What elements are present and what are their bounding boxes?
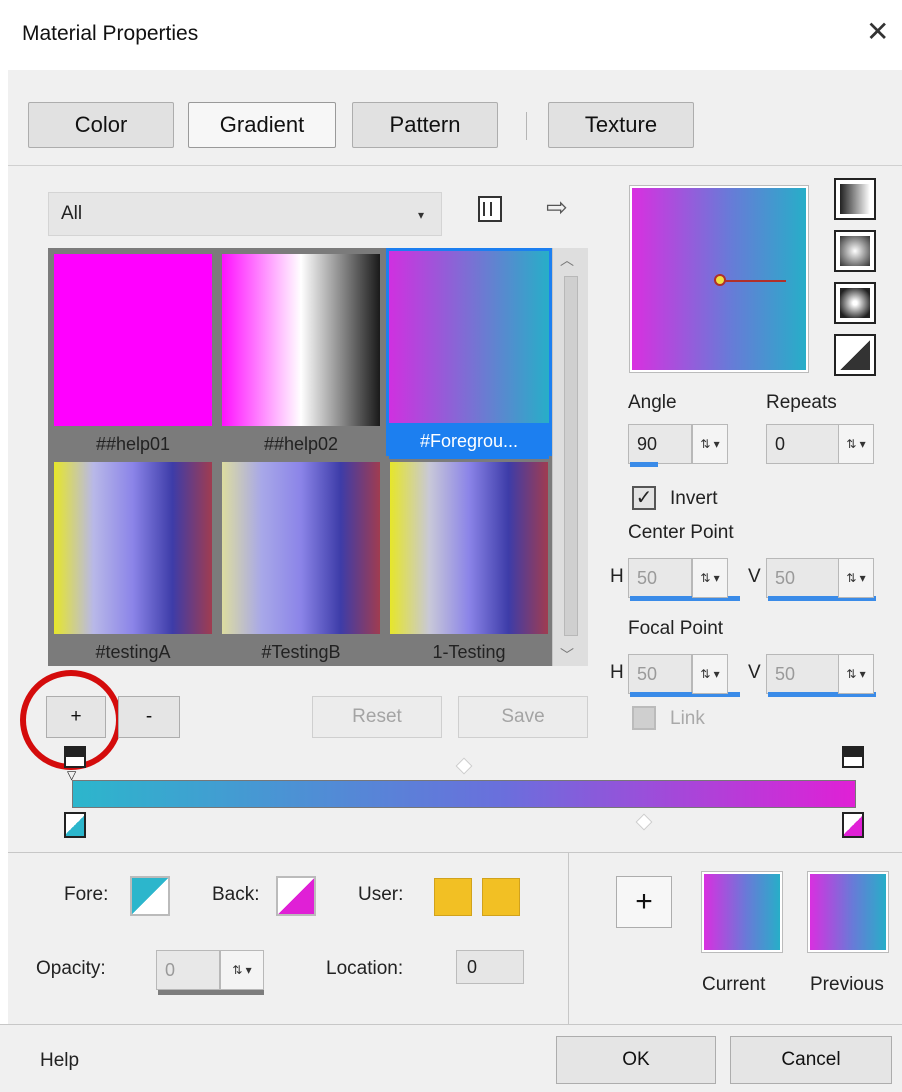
user-color-swatch[interactable] [434, 878, 472, 916]
user-color-swatch-alt[interactable] [482, 878, 520, 916]
close-icon[interactable]: ✕ [866, 18, 889, 46]
link-label: Link [670, 708, 705, 729]
chevron-up-icon[interactable]: ︿ [560, 250, 574, 270]
location-input[interactable]: 0 [456, 950, 524, 984]
gradient-item[interactable]: 1-Testing [390, 462, 548, 670]
gradient-label: ##help01 [95, 433, 171, 454]
gradient-label: ##help02 [263, 433, 339, 454]
focal-v-input[interactable]: 50 [766, 654, 840, 694]
chevron-down-icon[interactable]: ﹀ [560, 645, 574, 665]
opacity-label: Opacity: [36, 958, 106, 979]
previous-label: Previous [810, 974, 884, 995]
gradient-item[interactable]: ##help01 [54, 254, 212, 462]
gradient-swatch[interactable] [54, 254, 212, 426]
opacity-stepper[interactable]: ⇅ ▾ [220, 950, 264, 990]
angle-label: Angle [628, 392, 677, 413]
center-v-label: V [748, 566, 761, 587]
transparency-stop-start[interactable] [64, 746, 86, 768]
center-point-label: Center Point [628, 522, 734, 543]
reset-button[interactable]: Reset [312, 696, 442, 738]
gradient-swatch[interactable] [222, 254, 380, 426]
back-color-swatch[interactable] [276, 876, 316, 916]
tab-gradient[interactable]: Gradient [188, 102, 336, 148]
center-h-label: H [610, 566, 624, 587]
angle-level [630, 462, 658, 467]
gradient-label: 1-Testing [432, 641, 506, 662]
link-checkbox[interactable] [632, 706, 656, 730]
color-stop-end[interactable] [842, 812, 864, 838]
location-label: Location: [326, 958, 404, 979]
gradient-swatch[interactable] [54, 462, 212, 634]
center-h-stepper[interactable]: ⇅ ▾ [692, 558, 728, 598]
gradient-swatch[interactable] [390, 462, 548, 634]
repeats-input[interactable]: 0 [766, 424, 840, 464]
tab-pattern[interactable]: Pattern [352, 102, 498, 148]
window-title: Material Properties [22, 22, 199, 45]
focal-h-stepper[interactable]: ⇅ ▾ [692, 654, 728, 694]
current-label: Current [702, 974, 766, 995]
tab-texture[interactable]: Texture [548, 102, 694, 148]
angle-handle-line[interactable] [720, 280, 786, 282]
center-v-input[interactable]: 50 [766, 558, 840, 598]
repeats-label: Repeats [766, 392, 837, 413]
color-stop-start[interactable] [64, 812, 86, 838]
gradient-item[interactable]: #testingA [54, 462, 212, 670]
add-to-history-button[interactable]: + [616, 876, 672, 928]
angle-stepper[interactable]: ⇅ ▾ [692, 424, 728, 464]
gradient-label: #TestingB [261, 641, 341, 662]
scrollbar-thumb[interactable] [564, 276, 578, 636]
category-selected: All [61, 203, 83, 224]
arrow-right-icon[interactable]: ⇨ [546, 192, 568, 223]
gradient-swatch[interactable] [222, 462, 380, 634]
gradient-item[interactable]: #TestingB [222, 462, 380, 670]
tab-separator [526, 112, 527, 140]
focal-h-label: H [610, 662, 624, 683]
sunburst-style-icon[interactable] [834, 334, 876, 376]
center-v-stepper[interactable]: ⇅ ▾ [838, 558, 874, 598]
selection-frame [386, 248, 552, 456]
save-gradient-button[interactable]: Save [458, 696, 588, 738]
list-view-icon[interactable] [478, 196, 502, 222]
gradient-editor-bar[interactable] [72, 780, 856, 808]
opacity-level [158, 990, 264, 995]
fore-label: Fore: [64, 884, 109, 905]
focal-h-input[interactable]: 50 [628, 654, 692, 694]
gradient-item[interactable]: ##help02 [222, 254, 380, 462]
radial-style-icon[interactable] [834, 282, 876, 324]
remove-gradient-button[interactable]: - [118, 696, 180, 738]
center-h-input[interactable]: 50 [628, 558, 692, 598]
angle-handle[interactable] [714, 274, 726, 286]
cancel-button[interactable]: Cancel [730, 1036, 892, 1084]
focal-v-stepper[interactable]: ⇅ ▾ [838, 654, 874, 694]
chevron-down-icon[interactable]: ▾ [418, 208, 424, 222]
help-link[interactable]: Help [40, 1050, 79, 1072]
invert-checkbox[interactable]: ✓ [632, 486, 656, 510]
invert-label: Invert [670, 488, 718, 509]
tab-color[interactable]: Color [28, 102, 174, 148]
gradient-label: #testingA [95, 641, 171, 662]
repeats-stepper[interactable]: ⇅ ▾ [838, 424, 874, 464]
focal-v-label: V [748, 662, 761, 683]
opacity-input[interactable]: 0 [156, 950, 220, 990]
transparency-stop-end[interactable] [842, 746, 864, 768]
rectangular-style-icon[interactable] [834, 230, 876, 272]
category-dropdown[interactable]: All [48, 192, 442, 236]
back-label: Back: [212, 884, 260, 905]
current-gradient-thumb[interactable] [701, 871, 783, 953]
ok-button[interactable]: OK [556, 1036, 716, 1084]
gradient-preview[interactable] [629, 185, 809, 373]
user-label: User: [358, 884, 404, 905]
focal-point-label: Focal Point [628, 618, 724, 639]
previous-gradient-thumb[interactable] [807, 871, 889, 953]
linear-style-icon[interactable] [834, 178, 876, 220]
angle-input[interactable]: 90 [628, 424, 692, 464]
fore-color-swatch[interactable] [130, 876, 170, 916]
